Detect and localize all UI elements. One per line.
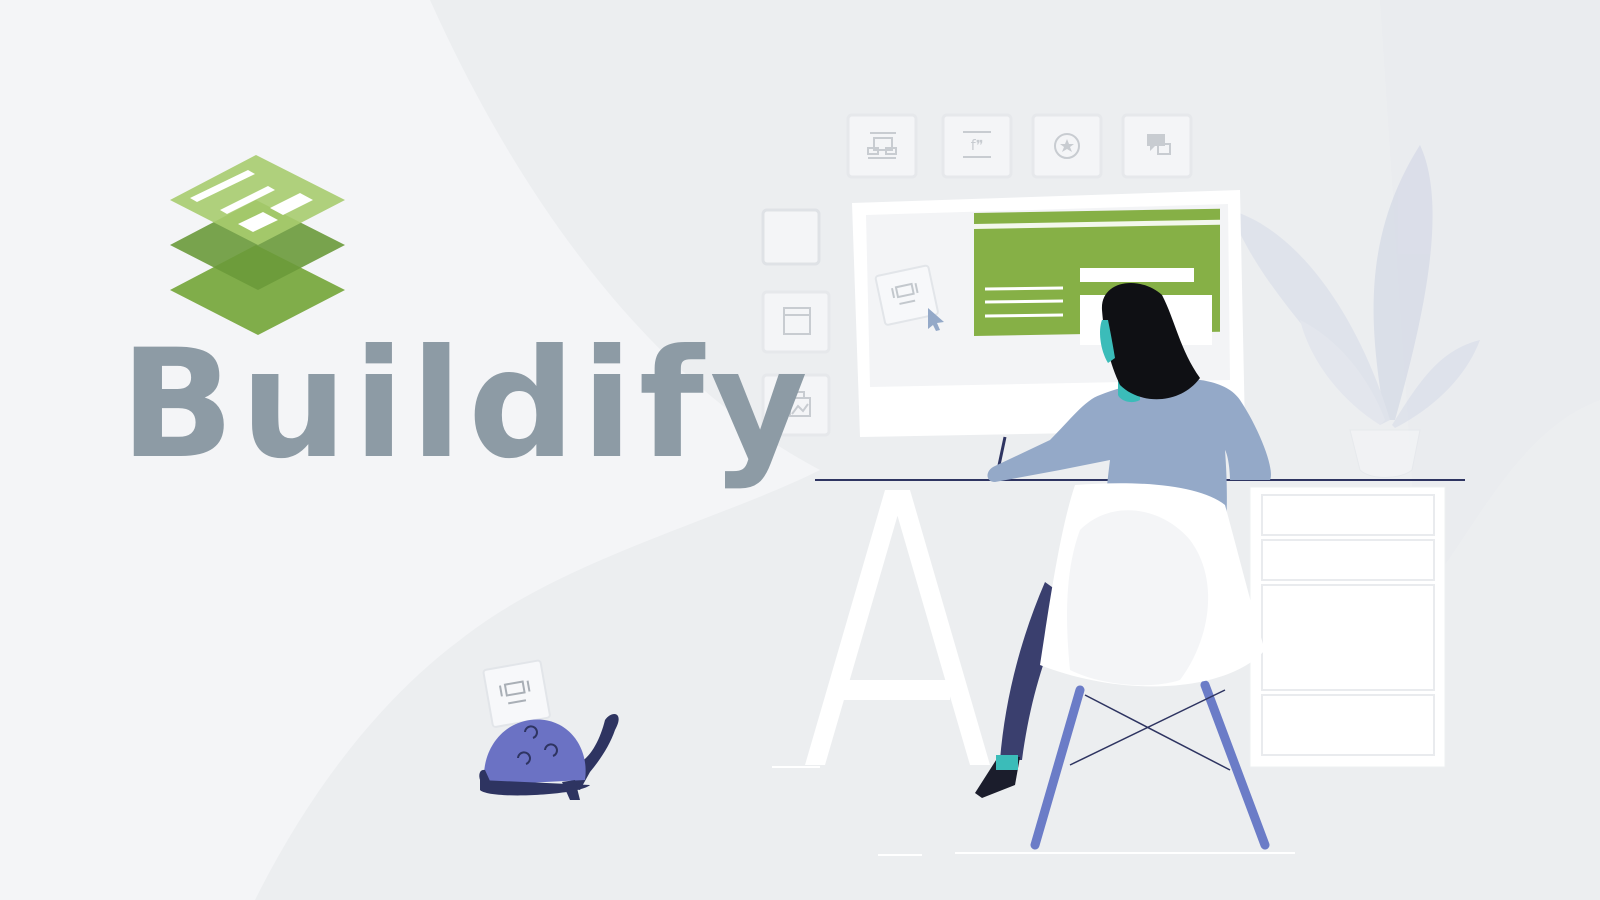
turtle-card: [482, 659, 551, 728]
widget-tile-blank[interactable]: [761, 208, 821, 266]
widget-tile-like-comment[interactable]: [1121, 113, 1193, 179]
widget-tile-layout[interactable]: [846, 113, 918, 179]
brand-title: Buildify: [120, 318, 814, 492]
svg-text:f❞: f❞: [971, 138, 983, 154]
widget-tile-testimonial[interactable]: f❞: [941, 113, 1013, 179]
widget-tile-star-rating[interactable]: [1031, 113, 1103, 179]
